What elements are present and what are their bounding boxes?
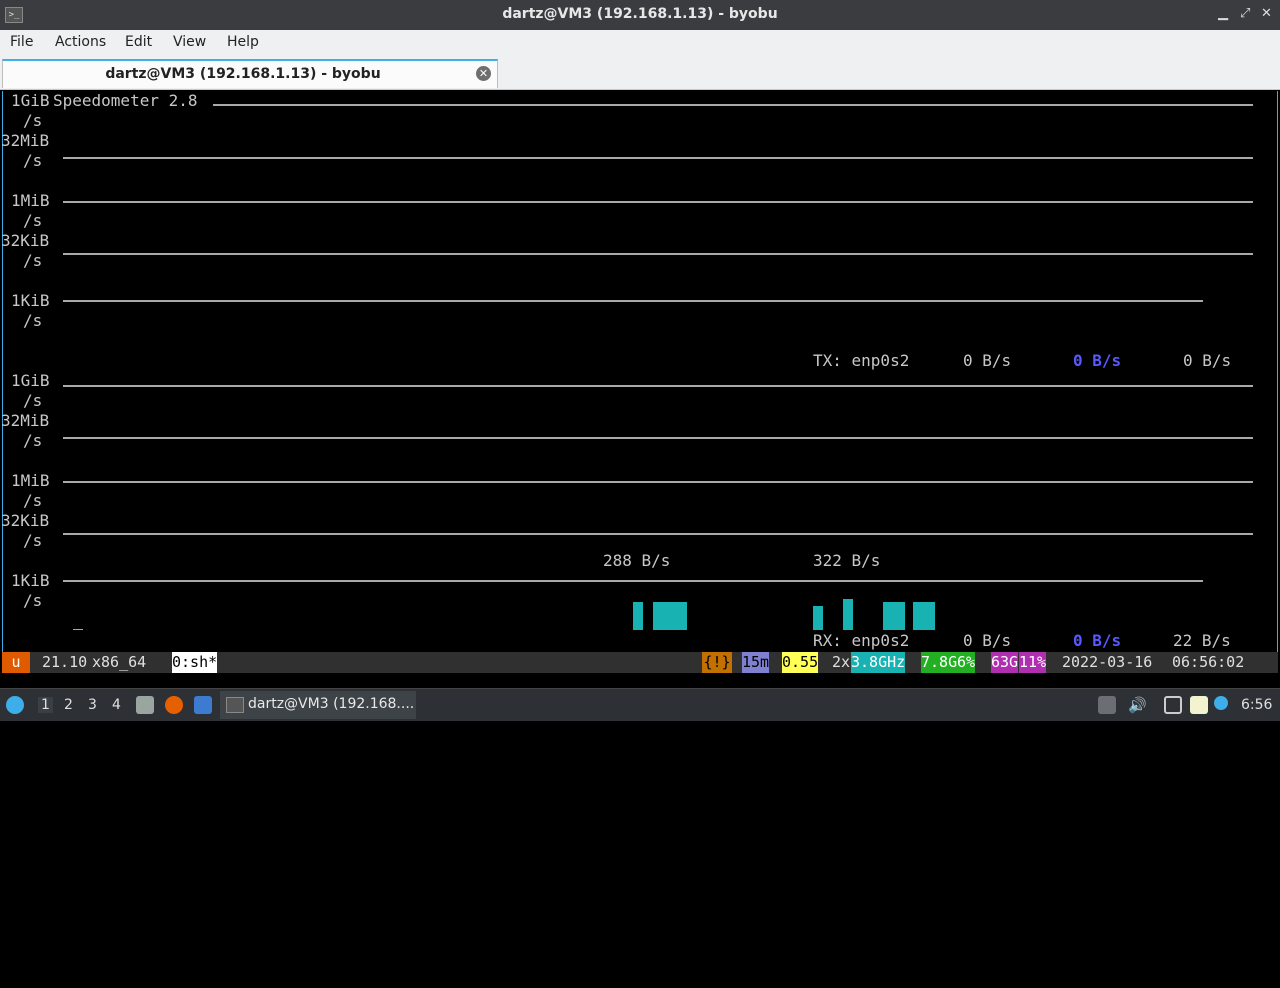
rx-ylabel-unit: /s bbox=[23, 491, 43, 510]
taskbar-clock: 6:56 bbox=[1241, 697, 1273, 713]
tray-up-icon[interactable] bbox=[1098, 696, 1116, 714]
rx-total-rate: 22 B/s bbox=[1173, 631, 1231, 650]
rx-graph-bar bbox=[843, 599, 853, 630]
rx-ylabel-32mib: 32MiB bbox=[1, 411, 50, 430]
workspace-2[interactable]: 2 bbox=[64, 697, 73, 713]
tab-bar: dartz@VM3 (192.168.1.13) - byobu ✕ bbox=[0, 57, 1280, 90]
taskbar-window-label: dartz@VM3 (192.168.... bbox=[248, 696, 415, 712]
architecture: x86_64 bbox=[92, 653, 147, 671]
maximize-icon[interactable]: ⤢ bbox=[1240, 6, 1250, 21]
workspace-4[interactable]: 4 bbox=[112, 697, 121, 713]
alert-badge: {!} bbox=[702, 652, 732, 673]
release-version: 21.10 bbox=[42, 653, 88, 671]
start-menu-icon[interactable] bbox=[6, 696, 24, 714]
menu-actions[interactable]: Actions bbox=[55, 34, 106, 50]
rx-interface-label: RX: enp0s2 bbox=[813, 631, 910, 650]
tx-total-rate: 0 B/s bbox=[1183, 351, 1232, 370]
volume-icon[interactable]: 🔊 bbox=[1128, 696, 1147, 714]
rx-gridline-32mib bbox=[63, 437, 1253, 439]
terminal-area[interactable]: 1GiB Speedometer 2.8 /s 32MiB /s 1MiB /s… bbox=[1, 91, 1278, 653]
load-average: 0.55 bbox=[782, 652, 819, 673]
status-date: 2022-03-16 bbox=[1062, 653, 1153, 671]
tx-current-rate: 0 B/s bbox=[963, 351, 1012, 370]
tx-gridline-1mib bbox=[63, 201, 1253, 203]
rx-ylabel-unit: /s bbox=[23, 531, 43, 550]
rx-ylabel-unit: /s bbox=[23, 591, 43, 610]
tx-ylabel-1gib: 1GiB bbox=[11, 91, 50, 110]
workspace-3[interactable]: 3 bbox=[88, 697, 97, 713]
rx-peak-label-right: 322 B/s bbox=[813, 551, 881, 570]
rx-average-rate: 0 B/s bbox=[1073, 631, 1122, 650]
rx-graph-bar bbox=[813, 606, 823, 630]
tx-ylabel-unit: /s bbox=[23, 211, 43, 230]
terminal-tab[interactable]: dartz@VM3 (192.168.1.13) - byobu ✕ bbox=[2, 59, 498, 88]
uptime: 15m bbox=[742, 652, 770, 673]
speedometer-title: Speedometer 2.8 bbox=[53, 91, 198, 110]
menu-bar: File Actions Edit View Help bbox=[0, 30, 1280, 58]
rx-ylabel-unit: /s bbox=[23, 391, 43, 410]
tx-ylabel-unit: /s bbox=[23, 151, 43, 170]
tx-ylabel-32mib: 32MiB bbox=[1, 131, 50, 150]
rx-ylabel-unit: /s bbox=[23, 431, 43, 450]
rx-current-rate: 0 B/s bbox=[963, 631, 1012, 650]
menu-view[interactable]: View bbox=[173, 34, 206, 50]
rx-peak-label-left: 288 B/s bbox=[603, 551, 671, 570]
cpu-count: 2x bbox=[832, 653, 851, 671]
terminal-icon bbox=[226, 697, 244, 713]
tx-ylabel-1kib: 1KiB bbox=[11, 291, 50, 310]
menu-help[interactable]: Help bbox=[227, 34, 259, 50]
taskbar: 1 2 3 4 dartz@VM3 (192.168.... 🔊 6:56 bbox=[0, 688, 1280, 721]
update-icon[interactable] bbox=[1214, 696, 1228, 710]
rx-gridline-1mib bbox=[63, 481, 1253, 483]
tx-ylabel-unit: /s bbox=[23, 251, 43, 270]
tx-gridline-32mib bbox=[63, 157, 1253, 159]
tx-gridline-1gib bbox=[213, 104, 1253, 106]
byobu-status-bar: u 21.10 x86_64 0:sh* {!} 15m 0.55 2x 3.8… bbox=[2, 652, 1278, 673]
close-window-icon[interactable]: ✕ bbox=[1261, 6, 1272, 21]
minimize-icon[interactable]: ▁ bbox=[1218, 6, 1228, 21]
tx-gridline-32kib bbox=[63, 253, 1253, 255]
disk-percent: 11% bbox=[1019, 652, 1047, 673]
rx-gridline-1kib bbox=[63, 580, 1203, 582]
rx-graph-bar bbox=[883, 602, 905, 630]
rx-gridline-1gib bbox=[63, 385, 1253, 387]
tx-gridline-1kib bbox=[63, 300, 1203, 302]
file-manager-icon[interactable] bbox=[136, 696, 154, 714]
menu-file[interactable]: File bbox=[10, 34, 33, 50]
tx-average-rate: 0 B/s bbox=[1073, 351, 1122, 370]
menu-edit[interactable]: Edit bbox=[125, 34, 152, 50]
tx-ylabel-1mib: 1MiB bbox=[11, 191, 50, 210]
desktop-icon[interactable] bbox=[194, 696, 212, 714]
disk-total: 63G bbox=[991, 652, 1019, 673]
window-tab-active[interactable]: 0:sh* bbox=[172, 652, 218, 673]
rx-gridline-32kib bbox=[63, 533, 1253, 535]
tab-label: dartz@VM3 (192.168.1.13) - byobu bbox=[105, 66, 381, 82]
rx-ylabel-1gib: 1GiB bbox=[11, 371, 50, 390]
display-icon[interactable] bbox=[1164, 696, 1182, 714]
status-time: 06:56:02 bbox=[1172, 653, 1245, 671]
rx-graph-bar bbox=[633, 602, 643, 630]
rx-graph-bar bbox=[913, 602, 935, 630]
tx-interface-label: TX: enp0s2 bbox=[813, 351, 910, 370]
taskbar-window-button[interactable]: dartz@VM3 (192.168.... bbox=[220, 691, 416, 719]
firefox-icon[interactable] bbox=[165, 696, 183, 714]
window-titlebar: >_ dartz@VM3 (192.168.1.13) - byobu ▁ ⤢ … bbox=[0, 0, 1280, 30]
memory-total: 7.8G bbox=[921, 652, 958, 673]
cpu-frequency: 3.8GHz bbox=[851, 652, 906, 673]
rx-ylabel-32kib: 32KiB bbox=[1, 511, 50, 530]
memory-percent: 6% bbox=[957, 652, 976, 673]
clipboard-icon[interactable] bbox=[1190, 696, 1208, 714]
rx-ylabel-1kib: 1KiB bbox=[11, 571, 50, 590]
workspace-1[interactable]: 1 bbox=[38, 697, 53, 713]
rx-ylabel-1mib: 1MiB bbox=[11, 471, 50, 490]
rx-graph-bar bbox=[653, 602, 687, 630]
tx-ylabel-unit: /s bbox=[23, 311, 43, 330]
tx-ylabel-unit: /s bbox=[23, 111, 43, 130]
window-title: dartz@VM3 (192.168.1.13) - byobu bbox=[502, 6, 778, 22]
tx-ylabel-32kib: 32KiB bbox=[1, 231, 50, 250]
ubuntu-logo-badge: u bbox=[2, 652, 30, 673]
tab-close-icon[interactable]: ✕ bbox=[476, 66, 491, 81]
graph-cursor bbox=[73, 629, 83, 630]
